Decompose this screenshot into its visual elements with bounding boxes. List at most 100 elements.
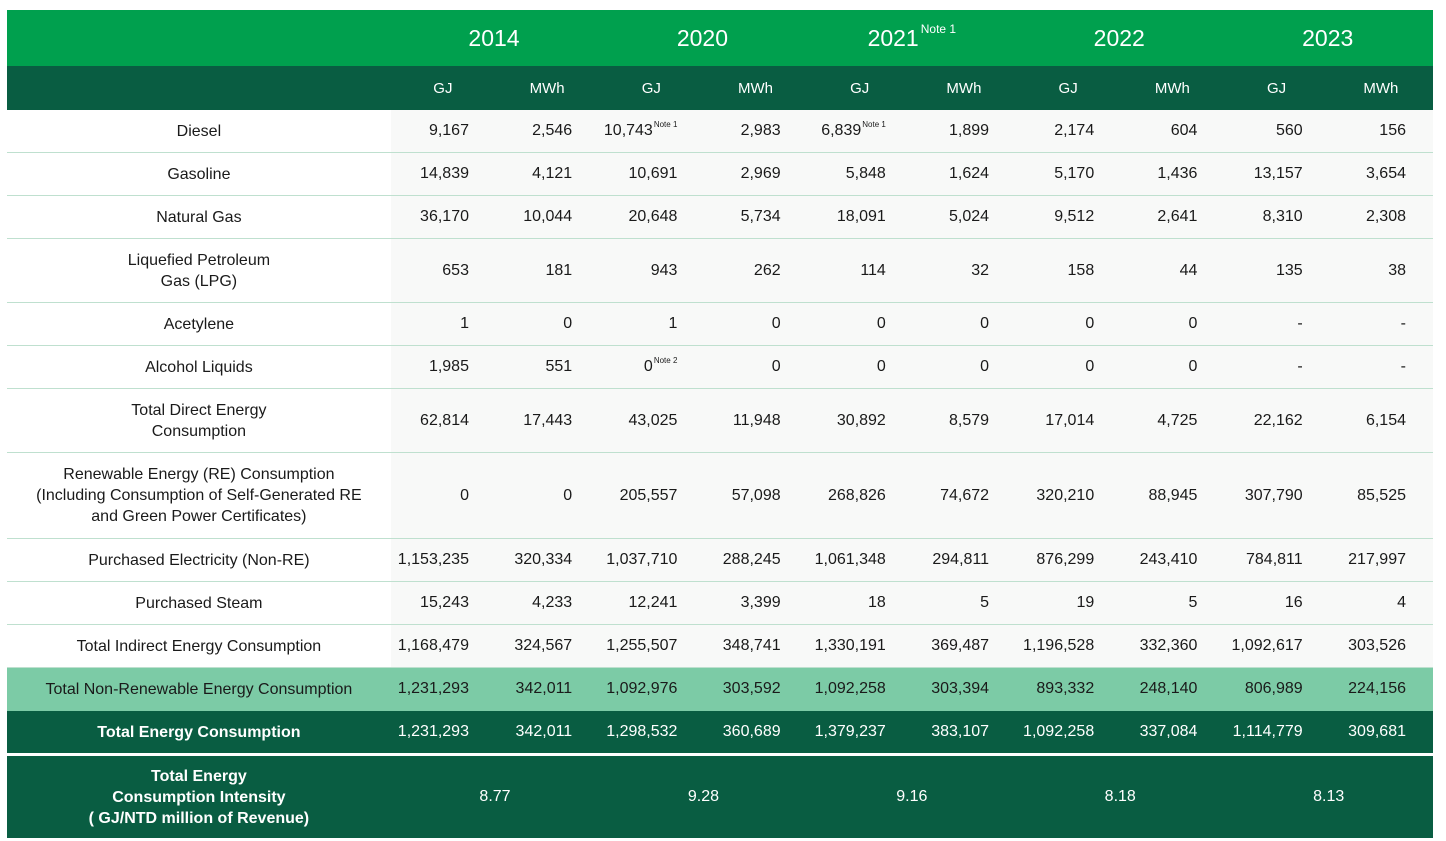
value-cell: 0 bbox=[1120, 302, 1225, 346]
value-cell: 784,811 bbox=[1224, 538, 1329, 582]
value-cell: 5,848 bbox=[807, 152, 912, 196]
cell-value: 13,157 bbox=[1253, 165, 1303, 182]
intensity-value: 9.28 bbox=[599, 754, 808, 838]
value-cell: 1,330,191 bbox=[807, 624, 912, 668]
intensity-value: 8.77 bbox=[390, 754, 600, 838]
cell-value: 1,330,191 bbox=[814, 637, 886, 654]
value-cell: 4,725 bbox=[1120, 388, 1225, 453]
value-cell: 10,691 bbox=[599, 152, 704, 196]
cell-value: 294,811 bbox=[932, 551, 990, 568]
cell-value: 9,512 bbox=[1054, 208, 1095, 225]
value-cell: 332,360 bbox=[1120, 624, 1225, 668]
value-cell: 4 bbox=[1328, 581, 1433, 625]
year-header: 2020 bbox=[599, 10, 808, 66]
value-cell: - bbox=[1224, 345, 1329, 389]
value-cell: 1,153,235 bbox=[390, 538, 495, 582]
value-cell: 320,210 bbox=[1016, 452, 1121, 539]
value-cell: 303,592 bbox=[703, 667, 808, 711]
cell-value: 806,989 bbox=[1244, 680, 1303, 697]
value-cell: 44 bbox=[1120, 238, 1225, 303]
table-row: Renewable Energy (RE) Consumption (Includ… bbox=[7, 452, 1433, 539]
unit-header: GJ bbox=[599, 66, 704, 110]
row-label-line: Total Direct Energy bbox=[131, 401, 267, 419]
value-cell: 181 bbox=[494, 238, 600, 303]
row-label-line: Total Indirect Energy Consumption bbox=[76, 637, 322, 655]
value-cell: 1,114,779 bbox=[1224, 710, 1329, 756]
year-header: 2021 Note 1 bbox=[807, 10, 1017, 66]
cell-value: 85,525 bbox=[1357, 486, 1406, 504]
value-cell: 1,436 bbox=[1120, 152, 1225, 196]
cell-value: 18 bbox=[868, 594, 886, 611]
cell-value: 332,360 bbox=[1139, 637, 1198, 654]
value-cell: 158 bbox=[1016, 238, 1121, 303]
cell-value: 2,641 bbox=[1157, 208, 1198, 225]
value-cell: 5,170 bbox=[1016, 152, 1121, 196]
cell-value: 74,672 bbox=[940, 486, 990, 504]
year-header: 2014 bbox=[390, 10, 600, 66]
value-cell: 8,579 bbox=[911, 388, 1017, 453]
value-cell: 1,298,532 bbox=[599, 710, 704, 756]
cell-value: 30,892 bbox=[836, 411, 886, 429]
year-label: 2020 bbox=[676, 24, 728, 51]
cell-value: 1,231,293 bbox=[397, 680, 469, 697]
value-cell: 10,743Note 1 bbox=[599, 110, 704, 153]
value-cell: 806,989 bbox=[1224, 667, 1329, 711]
energy-consumption-table: 2014 2020 2021 Note 1 2022 2023 GJ MWh GJ… bbox=[7, 10, 1433, 838]
value-cell: 369,487 bbox=[911, 624, 1017, 668]
cell-value: 2,308 bbox=[1365, 208, 1406, 225]
value-cell: 307,790 bbox=[1224, 452, 1329, 539]
cell-value: 893,332 bbox=[1036, 680, 1095, 697]
value-cell: 17,443 bbox=[494, 388, 600, 453]
cell-value: 5,734 bbox=[740, 208, 781, 225]
cell-value: 348,741 bbox=[722, 637, 781, 654]
year-header-row: 2014 2020 2021 Note 1 2022 2023 bbox=[7, 10, 1433, 66]
value-cell: 5 bbox=[1120, 581, 1225, 625]
value-cell: 1 bbox=[390, 302, 495, 346]
value-cell: 10,044 bbox=[494, 195, 600, 239]
cell-value: 0 bbox=[771, 358, 781, 375]
cell-value: 57,098 bbox=[731, 486, 781, 504]
table-row: Total Direct Energy Consumption 62,814 17,4… bbox=[7, 388, 1433, 453]
value-cell: 360,689 bbox=[703, 710, 808, 756]
value-cell: 22,162 bbox=[1224, 388, 1329, 453]
table-row: Liquefied Petroleum Gas (LPG) 653 181 943 262… bbox=[7, 238, 1433, 303]
cell-value: 324,567 bbox=[514, 637, 573, 654]
cell-value: 342,011 bbox=[515, 680, 573, 697]
cell-value: 0 bbox=[1188, 315, 1198, 332]
value-cell: 20,648 bbox=[599, 195, 704, 239]
cell-value: 0 bbox=[563, 486, 573, 504]
table-row: Total Energy Consumption 1,231,293 342,011… bbox=[7, 710, 1433, 756]
value-cell: 243,410 bbox=[1120, 538, 1225, 582]
row-label-line: and Green Power Certificates) bbox=[91, 508, 307, 525]
cell-value: 5 bbox=[1188, 594, 1198, 611]
cell-value: - bbox=[1297, 358, 1303, 375]
unit-header: MWh bbox=[703, 66, 808, 110]
value-cell: 30,892 bbox=[807, 388, 912, 453]
value-cell: 114 bbox=[807, 238, 912, 303]
cell-value: 369,487 bbox=[931, 637, 990, 654]
table-row: Purchased Electricity (Non-RE) 1,153,235 3… bbox=[7, 538, 1433, 582]
value-cell: 19 bbox=[1016, 581, 1121, 625]
value-cell: 32 bbox=[911, 238, 1017, 303]
cell-value: 15,243 bbox=[420, 594, 469, 611]
cell-value: 0 bbox=[563, 315, 573, 332]
year-header: 2023 bbox=[1224, 10, 1433, 66]
row-label: Diesel bbox=[7, 110, 391, 153]
cell-value: 224,156 bbox=[1348, 680, 1406, 697]
cell-value: 1,436 bbox=[1157, 165, 1198, 182]
cell-value: 10,743 bbox=[603, 122, 653, 139]
cell-value: 243,410 bbox=[1139, 551, 1198, 568]
table-row: Acetylene 1 0 1 0 0 0 0 0 - - bbox=[7, 302, 1433, 346]
value-cell: 893,332 bbox=[1016, 667, 1121, 711]
cell-value: 1,624 bbox=[948, 165, 990, 182]
unit-header: MWh bbox=[1328, 66, 1433, 110]
row-label-line: Alcohol Liquids bbox=[145, 358, 253, 376]
row-label-line: Gasoline bbox=[167, 165, 231, 183]
cell-value: 18,091 bbox=[836, 208, 886, 225]
value-cell: 1,092,258 bbox=[807, 667, 912, 711]
value-cell: 0 bbox=[703, 345, 808, 389]
value-cell: 2,546 bbox=[494, 110, 600, 153]
value-cell: 2,969 bbox=[703, 152, 808, 196]
cell-value: 0 bbox=[643, 358, 653, 375]
value-cell: 342,011 bbox=[494, 710, 600, 756]
